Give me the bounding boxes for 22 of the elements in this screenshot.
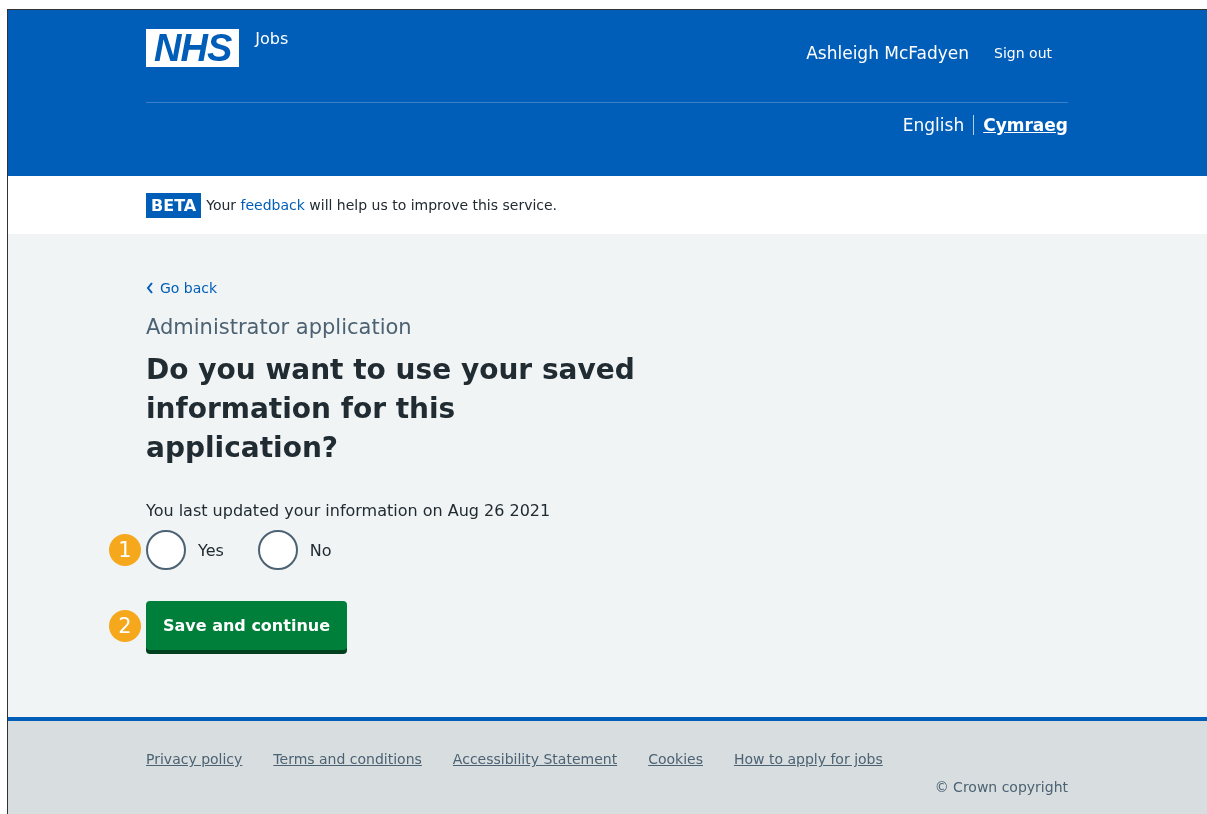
user-name: Ashleigh McFadyen [806,43,970,63]
caption: Administrator application [146,315,413,339]
step-marker: 2 [109,609,141,642]
language-link[interactable]: Cymraeg [983,115,1068,135]
sign-out-link[interactable]: Sign out [994,45,1052,61]
beta-tag: BETA [146,192,202,218]
language-link[interactable]: English [902,115,975,135]
footer-link[interactable]: Terms and conditions [273,751,422,767]
feedback-link[interactable]: feedback [240,197,305,213]
logo[interactable]: NHS [146,29,240,67]
back-link[interactable]: Go back [146,280,218,296]
footer-link[interactable]: Accessibility Statement [452,751,618,767]
hint-text: You last updated your information on Aug 26 2021 [146,501,552,520]
footer-link[interactable]: Privacy policy [146,751,243,767]
chevron-left-icon [146,282,154,294]
footer-link[interactable]: How to apply for jobs [733,751,883,767]
page-heading: Do you want to use your saved information for this application? [146,352,636,466]
step-marker: 1 [109,534,141,566]
service-name: Jobs [255,29,289,48]
copyright: © Crown copyright [934,779,1068,795]
footer-link[interactable]: Cookies [648,751,703,767]
feedback-message: Your feedback will help us to improve this service. [206,197,558,213]
